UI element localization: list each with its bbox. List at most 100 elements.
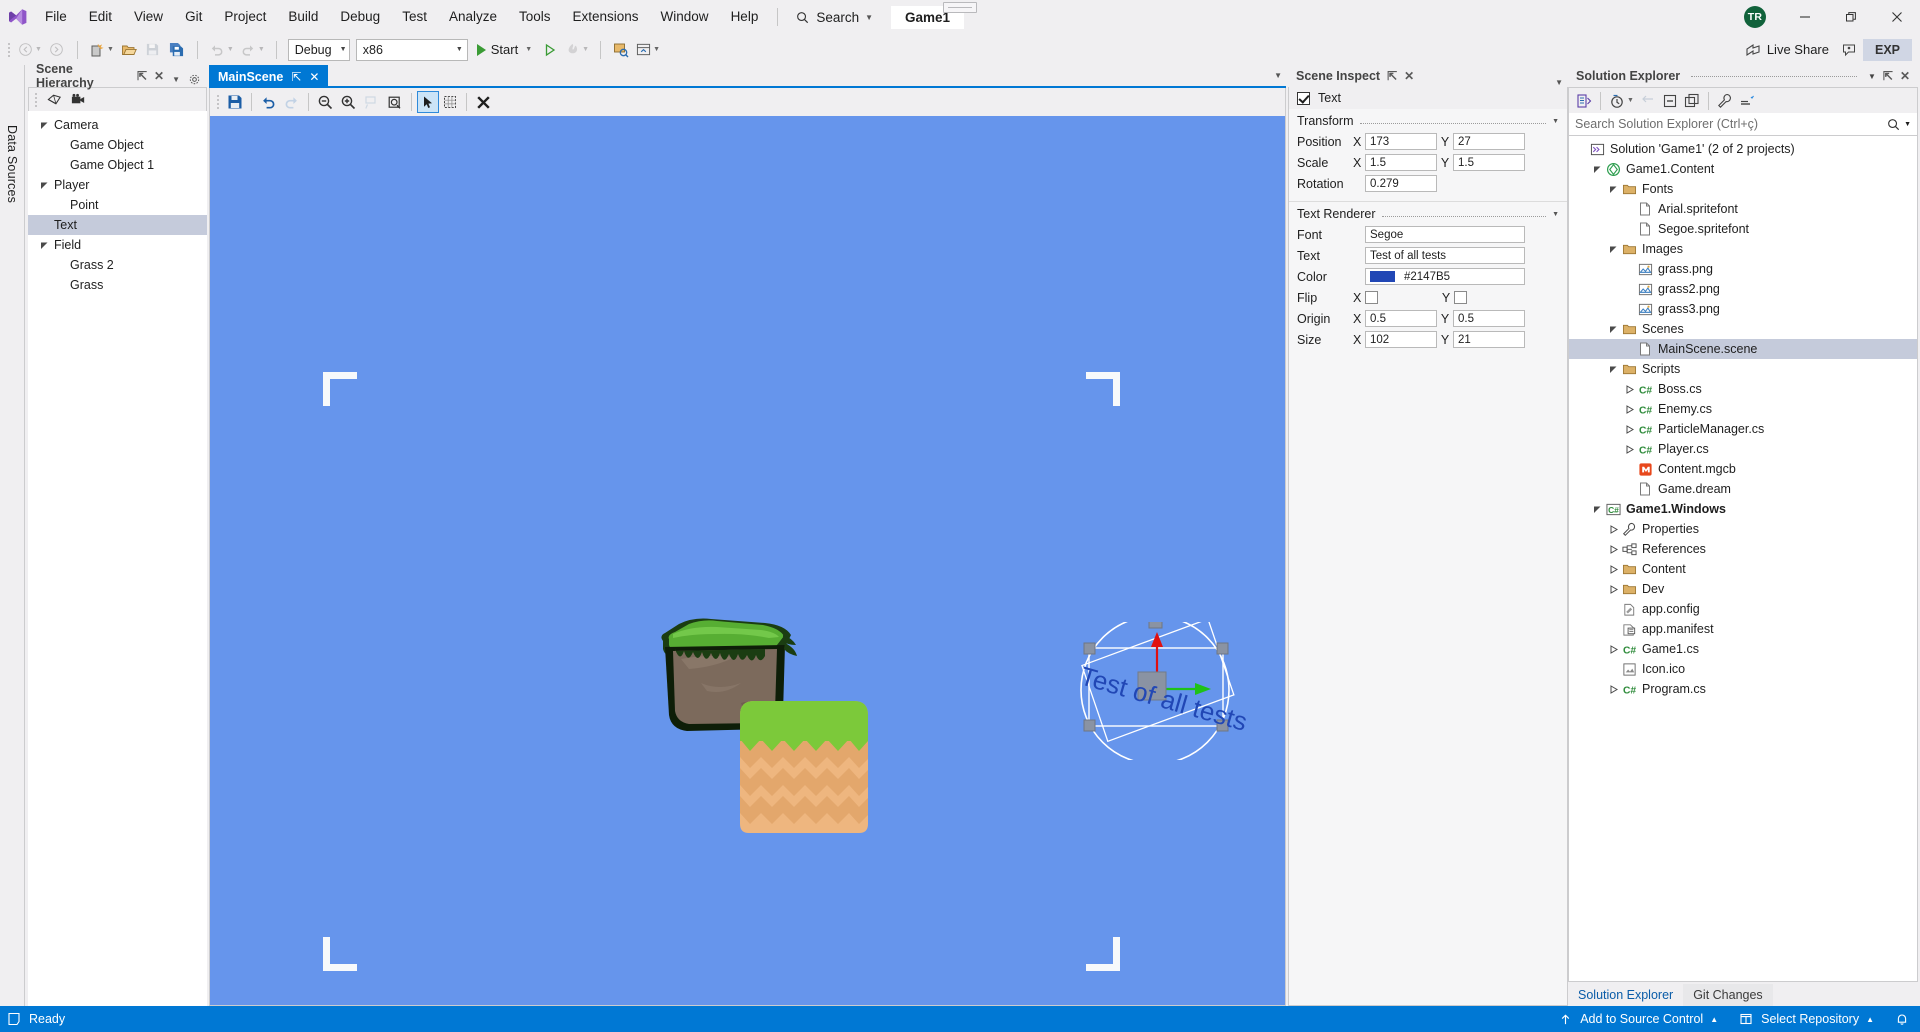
menu-file[interactable]: File <box>34 4 78 30</box>
restore-button[interactable] <box>1828 0 1874 34</box>
solution-item-enemy-cs[interactable]: C# Enemy.cs <box>1569 399 1917 419</box>
color-swatch[interactable] <box>1370 271 1395 282</box>
solution-item-scripts[interactable]: Scripts <box>1569 359 1917 379</box>
menu-project[interactable]: Project <box>213 4 277 30</box>
data-sources-strip[interactable]: Data Sources <box>0 65 25 1006</box>
menu-extensions[interactable]: Extensions <box>562 4 650 30</box>
position-x-field[interactable]: 173 <box>1365 133 1437 150</box>
menu-tools[interactable]: Tools <box>508 4 562 30</box>
expander-expanded-icon[interactable] <box>1605 185 1621 194</box>
search-icon[interactable] <box>1885 116 1901 132</box>
expander-collapsed-icon[interactable] <box>1605 644 1621 654</box>
expander-collapsed-icon[interactable] <box>1621 444 1637 454</box>
expander-expanded-icon[interactable] <box>1589 505 1605 514</box>
menu-view[interactable]: View <box>123 4 174 30</box>
solution-item-game1-cs[interactable]: C# Game1.cs <box>1569 639 1917 659</box>
scene-viewport[interactable]: Test of all tests <box>209 116 1286 1006</box>
solution-item-game1-content[interactable]: Game1.Content <box>1569 159 1917 179</box>
expander-collapsed-icon[interactable] <box>1605 564 1621 574</box>
close-icon[interactable]: ✕ <box>1900 69 1910 83</box>
platform-dropdown[interactable]: x86 ▼ <box>355 38 468 61</box>
flip-y-checkbox[interactable] <box>1454 291 1467 304</box>
chevron-down-icon[interactable]: ▼ <box>1868 72 1876 81</box>
zoom-reset-icon[interactable] <box>360 91 383 113</box>
solution-item-icon-ico[interactable]: Icon.ico <box>1569 659 1917 679</box>
hierarchy-item-game-object[interactable]: Game Object <box>28 135 207 155</box>
origin-x-field[interactable]: 0.5 <box>1365 310 1437 327</box>
text-field[interactable]: Test of all tests <box>1365 247 1525 264</box>
solution-item-game1-windows[interactable]: C# Game1.Windows <box>1569 499 1917 519</box>
hierarchy-item-game-object-1[interactable]: Game Object 1 <box>28 155 207 175</box>
close-button[interactable] <box>1874 0 1920 34</box>
scale-x-field[interactable]: 1.5 <box>1365 154 1437 171</box>
color-field[interactable]: #2147B5 <box>1365 268 1525 285</box>
window-drag-handle[interactable] <box>943 2 977 13</box>
menu-test[interactable]: Test <box>391 4 438 30</box>
undo-icon[interactable] <box>257 91 280 113</box>
scale-y-field[interactable]: 1.5 <box>1453 154 1525 171</box>
select-tool-icon[interactable] <box>417 91 439 113</box>
select-repository-button[interactable]: Select Repository ▲ <box>1728 1006 1884 1032</box>
window-layout-icon[interactable]: ▼ <box>633 38 663 62</box>
tab-solution-explorer-bottom[interactable]: Solution Explorer <box>1568 984 1684 1006</box>
tab-git-changes[interactable]: Git Changes <box>1683 984 1773 1006</box>
expander-collapsed-icon[interactable] <box>1605 544 1621 554</box>
position-y-field[interactable]: 27 <box>1453 133 1525 150</box>
hierarchy-item-grass-2[interactable]: Grass 2 <box>28 255 207 275</box>
solution-view-icon[interactable] <box>1573 90 1595 112</box>
chevron-down-icon[interactable]: ▼ <box>172 75 180 84</box>
gear-icon[interactable] <box>186 71 202 87</box>
preview-selected-icon[interactable] <box>1736 90 1758 112</box>
origin-y-field[interactable]: 0.5 <box>1453 310 1525 327</box>
close-icon[interactable]: ✕ <box>1404 69 1414 83</box>
redo-icon[interactable]: ▼ <box>237 38 268 62</box>
properties-icon[interactable] <box>1714 90 1736 112</box>
solution-item-grass2-png[interactable]: grass2.png <box>1569 279 1917 299</box>
expander-expanded-icon[interactable] <box>1589 165 1605 174</box>
tab-scene-inspect[interactable]: Scene Inspect ⇱ ✕ <box>1288 65 1423 87</box>
live-share-button[interactable]: Live Share <box>1739 39 1835 61</box>
minimize-button[interactable] <box>1782 0 1828 34</box>
solution-item-boss-cs[interactable]: C# Boss.cs <box>1569 379 1917 399</box>
expander-collapsed-icon[interactable] <box>1621 424 1637 434</box>
start-debug-button[interactable]: Start ▼ <box>471 38 538 62</box>
size-x-field[interactable]: 102 <box>1365 331 1437 348</box>
toolbar-grip[interactable] <box>31 90 40 110</box>
pin-icon[interactable]: ⇱ <box>1883 69 1893 83</box>
start-without-debugging-icon[interactable] <box>538 38 562 62</box>
expander-collapsed-icon[interactable] <box>1621 384 1637 394</box>
avatar[interactable]: TR <box>1744 6 1766 28</box>
solution-item-dev[interactable]: Dev <box>1569 579 1917 599</box>
tab-solution-explorer[interactable]: Solution Explorer ▼ ⇱ ✕ <box>1568 65 1918 87</box>
navigate-forward-icon[interactable] <box>45 38 69 62</box>
redo-icon[interactable] <box>280 91 303 113</box>
pin-icon[interactable]: ⇱ <box>291 70 301 84</box>
pin-icon[interactable]: ⇱ <box>137 69 147 83</box>
menu-build[interactable]: Build <box>277 4 329 30</box>
hierarchy-item-player[interactable]: Player <box>28 175 207 195</box>
delete-icon[interactable] <box>472 91 495 113</box>
sync-navigation-icon[interactable] <box>1637 90 1659 112</box>
rotation-field[interactable]: 0.279 <box>1365 175 1437 192</box>
solution-item-app-manifest[interactable]: app.manifest <box>1569 619 1917 639</box>
solution-item-images[interactable]: Images <box>1569 239 1917 259</box>
solution-item-arial-spritefont[interactable]: Arial.spritefont <box>1569 199 1917 219</box>
expander-expanded-icon[interactable] <box>1605 245 1621 254</box>
solution-item-mainscene-scene[interactable]: MainScene.scene <box>1569 339 1917 359</box>
solution-item-fonts[interactable]: Fonts <box>1569 179 1917 199</box>
menu-debug[interactable]: Debug <box>329 4 391 30</box>
send-feedback-icon[interactable] <box>1837 38 1861 62</box>
font-field[interactable]: Segoe <box>1365 226 1525 243</box>
undo-icon[interactable]: ▼ <box>206 38 237 62</box>
object-enabled-checkbox[interactable] <box>1297 91 1310 105</box>
expander-collapsed-icon[interactable] <box>1621 404 1637 414</box>
close-icon[interactable]: ✕ <box>154 69 164 83</box>
hierarchy-item-point[interactable]: Point <box>28 195 207 215</box>
size-y-field[interactable]: 21 <box>1453 331 1525 348</box>
hierarchy-item-text[interactable]: Text <box>28 215 207 235</box>
expander-collapsed-icon[interactable] <box>1605 524 1621 534</box>
solution-item-grass-png[interactable]: grass.png <box>1569 259 1917 279</box>
save-icon[interactable] <box>141 38 165 62</box>
scene-object-icon[interactable] <box>42 90 66 110</box>
show-all-files-icon[interactable] <box>1681 90 1703 112</box>
